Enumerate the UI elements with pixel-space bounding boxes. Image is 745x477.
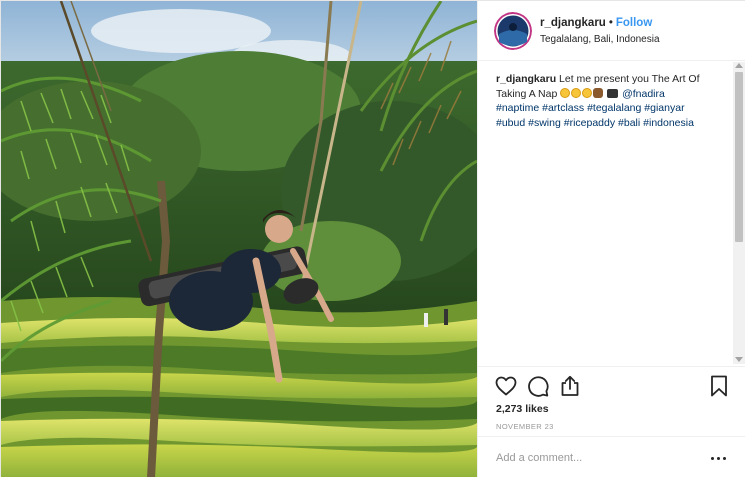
comment-button[interactable] bbox=[526, 374, 550, 398]
post-actions: 2,273 likes NOVEMBER 23 bbox=[478, 366, 745, 436]
username-link[interactable]: r_djangkaru bbox=[540, 17, 606, 29]
user-line: r_djangkaru • Follow bbox=[540, 17, 652, 29]
separator-dot: • bbox=[608, 17, 613, 29]
location-link[interactable]: Tegalalang, Bali, Indonesia bbox=[540, 34, 660, 45]
caption: r_djangkaru Let me present you The Art O… bbox=[496, 72, 726, 130]
avatar[interactable] bbox=[494, 12, 532, 50]
post-date[interactable]: NOVEMBER 23 bbox=[496, 422, 554, 431]
hashtag-link[interactable]: #tegalalang bbox=[587, 102, 641, 114]
caption-scrollbar[interactable] bbox=[733, 62, 745, 364]
dog-emoji-icon bbox=[593, 87, 604, 98]
more-options-button[interactable] bbox=[710, 450, 728, 466]
hashtag-link[interactable]: #swing bbox=[528, 117, 561, 129]
heart-icon bbox=[495, 376, 517, 396]
sleeping-face-emoji-icon bbox=[571, 87, 582, 98]
post-photo[interactable] bbox=[1, 1, 477, 477]
sleeping-face-emoji-icon bbox=[560, 87, 571, 98]
hashtag-link[interactable]: #indonesia bbox=[643, 117, 694, 129]
caption-area: r_djangkaru Let me present you The Art O… bbox=[478, 61, 745, 366]
likes-count[interactable]: 2,273 likes bbox=[496, 403, 549, 415]
follow-button[interactable]: Follow bbox=[616, 17, 652, 29]
camera-emoji-icon bbox=[607, 88, 619, 98]
scroll-down-arrow-icon[interactable] bbox=[735, 357, 743, 362]
save-button[interactable] bbox=[707, 374, 731, 398]
hashtag-link[interactable]: #gianyar bbox=[644, 102, 684, 114]
share-button[interactable] bbox=[558, 374, 582, 398]
mention-link[interactable]: @fnadira bbox=[622, 88, 665, 100]
hashtag-link[interactable]: #ubud bbox=[496, 117, 525, 129]
scroll-up-arrow-icon[interactable] bbox=[735, 63, 743, 68]
post-details-panel: r_djangkaru • Follow Tegalalang, Bali, Ind… bbox=[477, 1, 745, 477]
bookmark-icon bbox=[711, 375, 727, 397]
hashtag-link[interactable]: #naptime bbox=[496, 102, 539, 114]
hashtag-link[interactable]: #bali bbox=[618, 117, 640, 129]
instagram-post: r_djangkaru • Follow Tegalalang, Bali, Ind… bbox=[0, 0, 745, 477]
more-options-icon bbox=[711, 457, 714, 460]
comment-input[interactable] bbox=[496, 449, 696, 467]
comment-icon bbox=[528, 376, 549, 397]
post-header: r_djangkaru • Follow Tegalalang, Bali, Ind… bbox=[478, 1, 745, 61]
swing-rice-terrace-photo bbox=[1, 1, 477, 477]
like-button[interactable] bbox=[494, 374, 518, 398]
hashtag-link[interactable]: #artclass bbox=[542, 102, 584, 114]
caption-username[interactable]: r_djangkaru bbox=[496, 73, 556, 85]
avatar-image bbox=[494, 12, 532, 50]
scrollbar-thumb[interactable] bbox=[735, 72, 743, 242]
more-options-icon bbox=[723, 457, 726, 460]
hashtag-link[interactable]: #ricepaddy bbox=[564, 117, 615, 129]
comment-box bbox=[478, 436, 745, 477]
share-icon bbox=[561, 375, 579, 396]
more-options-icon bbox=[717, 457, 720, 460]
sleeping-face-emoji-icon bbox=[582, 87, 593, 98]
